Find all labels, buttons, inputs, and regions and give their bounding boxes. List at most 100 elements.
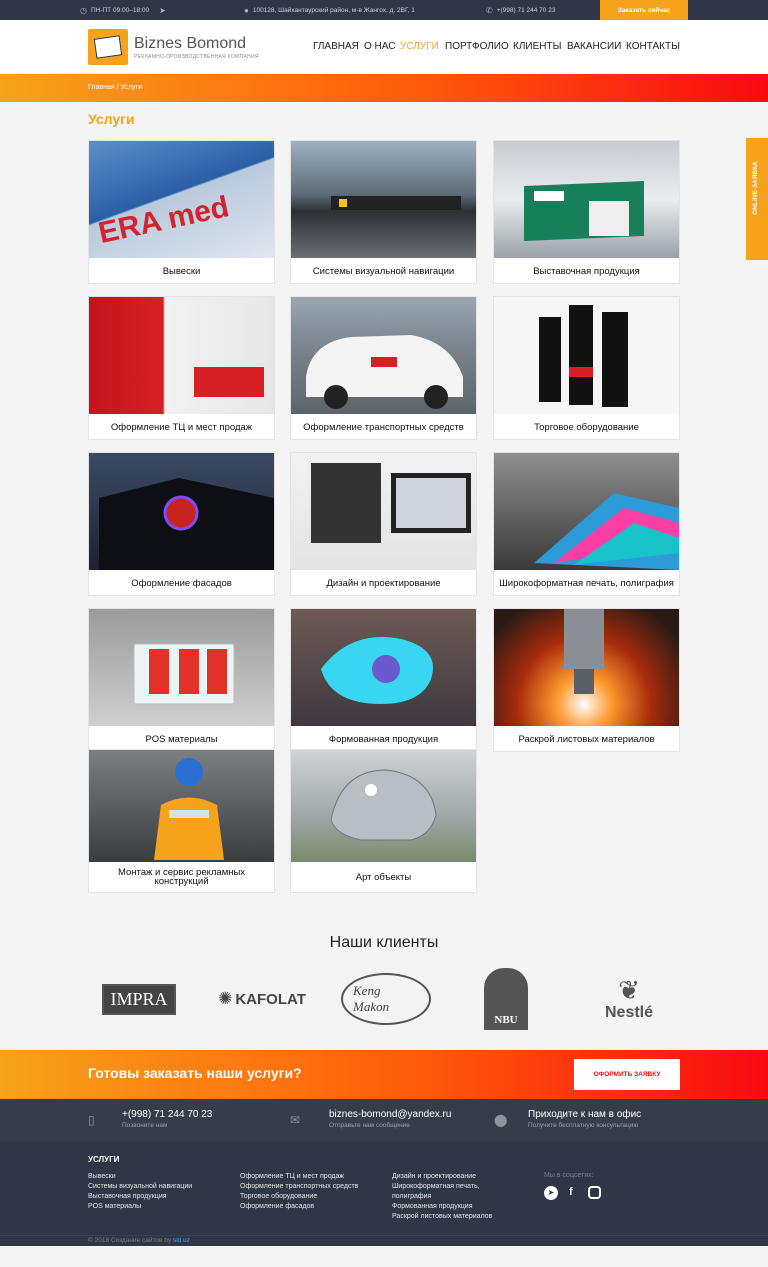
footer-link[interactable]: Вывески (88, 1172, 192, 1182)
telegram-icon[interactable]: ➤ (159, 6, 166, 15)
footer-link[interactable]: Оформление транспортных средств (240, 1182, 358, 1192)
map-pin-icon: ⬤ (494, 1113, 508, 1127)
service-label[interactable]: Оформление ТЦ и мест продаж (93, 414, 270, 440)
service-card[interactable]: Выставочная продукция (493, 140, 680, 284)
service-image (89, 750, 274, 862)
contact-phone-note: Позвоните нам (122, 1122, 168, 1129)
contact-email[interactable]: biznes-bomond@yandex.ru Отправьте нам со… (329, 1109, 451, 1129)
nav-services[interactable]: УСЛУГИ (400, 41, 439, 52)
nav-portfolio[interactable]: ПОРТФОЛИО (445, 41, 509, 52)
social-label: Мы в соцсетях: (544, 1172, 594, 1179)
address-text: 100128, Шайхантаурский район, м-в Жангох… (252, 6, 415, 14)
footer-link[interactable]: Широкоформатная печать, (392, 1182, 492, 1192)
svg-text:ERA med: ERA med (96, 190, 232, 250)
clients-title: Наши клиенты (329, 934, 439, 951)
service-card[interactable]: Торговое оборудование (493, 296, 680, 440)
telegram-icon[interactable]: ➤ (544, 1186, 558, 1200)
online-request-label[interactable]: ONLINE-ЗАЯВКА (752, 138, 759, 238)
footer-link[interactable]: POS материалы (88, 1202, 192, 1212)
client-logo-keng-makon[interactable]: Keng Makon (341, 966, 431, 1032)
client-logo-kafolat[interactable]: ✺ KAFOLAT (212, 966, 312, 1032)
client-name: Nestlé (604, 1004, 654, 1021)
footer-col-1: Вывески Системы визуальной навигации Выс… (88, 1172, 192, 1212)
instagram-icon[interactable] (588, 1186, 601, 1199)
service-card[interactable]: Дизайн и проектирование (290, 452, 477, 596)
contacts-strip: ▯ +(998) 71 244 70 23 Позвоните нам ✉ bi… (0, 1099, 768, 1142)
client-logo-impra[interactable]: IMPRA (92, 966, 186, 1032)
footer-col-2: Оформление ТЦ и мест продаж Оформление т… (240, 1172, 358, 1212)
service-label[interactable]: Широкоформатная печать, полиграфия (498, 570, 675, 596)
footer-link[interactable]: Выставочная продукция (88, 1192, 192, 1202)
printer-illustration (534, 493, 679, 570)
service-card[interactable]: Монтаж и сервис рекламных конструкций (88, 749, 275, 893)
breadcrumb[interactable]: Главная / Услуги (88, 84, 142, 91)
client-name: KAFOLAT (235, 990, 306, 1008)
copyright: © 2018 Создание сайтов by sld.uz (88, 1237, 190, 1244)
breadcrumb-bar: Главная / Услуги (0, 74, 768, 102)
brand-tagline: РЕКЛАМНО-ПРОИЗВОДСТВЕННАЯ КОМПАНИЯ (134, 54, 259, 60)
service-label[interactable]: Торговое оборудование (498, 414, 675, 440)
service-label[interactable]: Выставочная продукция (498, 258, 675, 284)
nav-clients[interactable]: КЛИЕНТЫ (513, 41, 561, 52)
submit-request-button[interactable]: ОФОРМИТЬ ЗАЯВКУ (574, 1059, 680, 1090)
footer-link[interactable]: Оформление фасадов (240, 1202, 358, 1212)
service-image (291, 453, 476, 570)
service-label[interactable]: Оформление транспортных средств (295, 414, 472, 440)
service-label[interactable]: Раскрой листовых материалов (498, 726, 675, 752)
contact-phone-value[interactable]: +(998) 71 244 70 23 (122, 1109, 212, 1120)
phone-text[interactable]: +(998) 71 244 70 23 (497, 7, 556, 14)
footer-link[interactable]: Системы визуальной навигации (88, 1182, 192, 1192)
service-image (89, 609, 274, 726)
logo-icon[interactable] (88, 29, 128, 65)
contact-phone[interactable]: +(998) 71 244 70 23 Позвоните нам (122, 1109, 212, 1129)
footer-link[interactable]: Формованная продукция (392, 1202, 492, 1212)
phone[interactable]: ✆ +(998) 71 244 70 23 (486, 0, 555, 20)
service-label[interactable]: Оформление фасадов (93, 570, 270, 596)
service-card[interactable]: Оформление фасадов (88, 452, 275, 596)
service-card[interactable]: Формованная продукция (290, 608, 477, 752)
online-request-tab[interactable]: ONLINE-ЗАЯВКА (746, 138, 768, 260)
service-image (89, 297, 274, 414)
service-image (291, 609, 476, 726)
service-image (494, 609, 679, 726)
service-card[interactable]: Широкоформатная печать, полиграфия (493, 452, 680, 596)
service-card[interactable]: Оформление транспортных средств (290, 296, 477, 440)
service-card[interactable]: Системы визуальной навигации (290, 140, 477, 284)
footer-link[interactable]: Раскрой листовых материалов (392, 1212, 492, 1222)
developer-link[interactable]: sld.uz (173, 1237, 190, 1244)
nav-vacancies[interactable]: ВАКАНСИИ (567, 41, 621, 52)
service-label[interactable]: Системы визуальной навигации (295, 258, 472, 284)
service-label[interactable]: Арт объекты (295, 862, 472, 892)
address: ● 100128, Шайхантаурский район, м-в Жанг… (244, 0, 415, 20)
copyright-bar: © 2018 Создание сайтов by sld.uz (0, 1235, 768, 1246)
service-card[interactable]: Оформление ТЦ и мест продаж (88, 296, 275, 440)
service-image (494, 453, 679, 570)
service-image (291, 297, 476, 414)
footer-link[interactable]: полиграфия (392, 1192, 492, 1202)
service-card[interactable]: Арт объекты (290, 749, 477, 893)
service-label[interactable]: Монтаж и сервис рекламных конструкций (93, 862, 270, 892)
footer-link[interactable]: Дизайн и проектирование (392, 1172, 492, 1182)
footer-link[interactable]: Оформление ТЦ и мест продаж (240, 1172, 358, 1182)
footer-link[interactable]: Торговое оборудование (240, 1192, 358, 1202)
client-logo-nestle[interactable]: ❦ Nestlé (596, 966, 662, 1032)
service-label[interactable]: Вывески (93, 258, 270, 284)
service-label[interactable]: Дизайн и проектирование (295, 570, 472, 596)
facebook-icon[interactable]: f (569, 1186, 573, 1198)
nav-about[interactable]: О НАС (364, 41, 395, 52)
service-image (494, 141, 679, 258)
nav-home[interactable]: ГЛАВНАЯ (313, 41, 359, 52)
store-illustration (194, 367, 264, 397)
map-pin-icon: ● (244, 5, 249, 15)
service-card[interactable]: Раскрой листовых материалов (493, 608, 680, 752)
nav-contacts[interactable]: КОНТАКТЫ (626, 41, 680, 52)
service-card[interactable]: ERA med Вывески (88, 140, 275, 284)
worker-illustration (154, 758, 224, 860)
contact-email-value[interactable]: biznes-bomond@yandex.ru (329, 1109, 451, 1120)
client-logo-nbu[interactable]: NBU (483, 966, 529, 1032)
brand-name[interactable]: Biznes Bomond (134, 35, 246, 53)
order-now-button[interactable]: Заказать сейчас (600, 0, 688, 20)
service-card[interactable]: POS материалы (88, 608, 275, 752)
laser-illustration (564, 609, 604, 694)
footer-services-title: УСЛУГИ (88, 1155, 120, 1164)
